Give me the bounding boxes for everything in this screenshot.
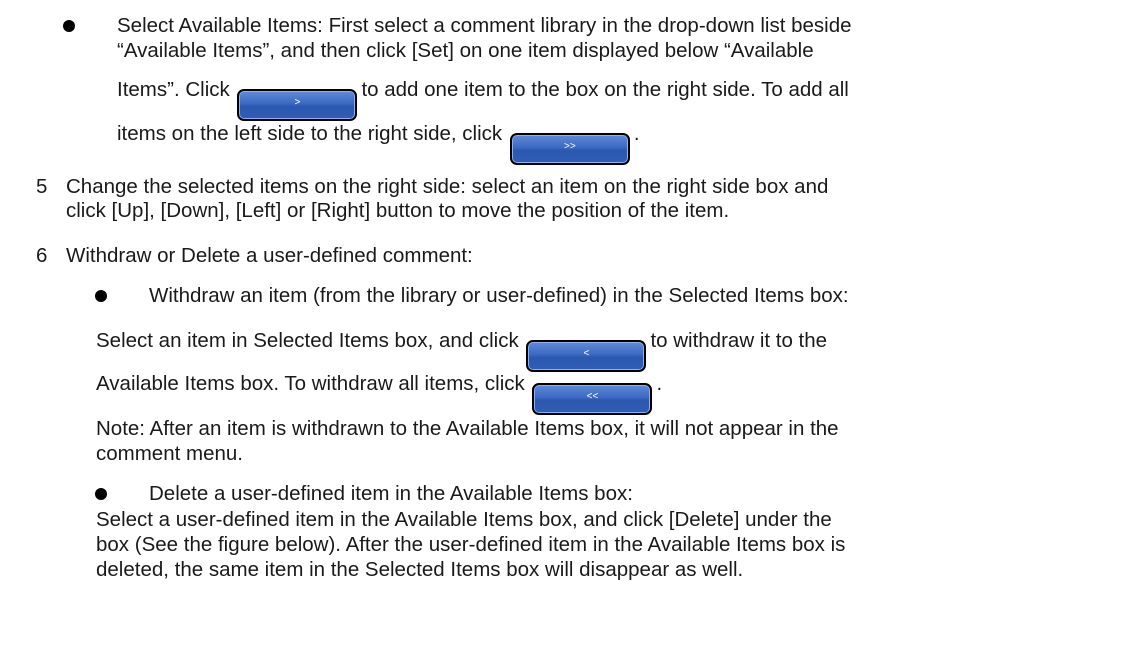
note-line2: comment menu. (96, 442, 243, 465)
withdraw-line2: Available Items box. To withdraw all ite… (96, 371, 662, 415)
select-items-line4-suffix: . (633, 122, 640, 145)
select-items-line3-suffix: to add one item to the box on the right … (361, 78, 849, 101)
add-all-button[interactable]: >> (509, 133, 630, 165)
bullet-select-items (63, 20, 75, 32)
withdraw-heading: Withdraw an item (from the library or us… (149, 284, 849, 307)
withdraw-line1-suffix: to withdraw it to the (650, 329, 828, 352)
note-line1: Note: After an item is withdrawn to the … (96, 417, 839, 440)
delete-line1: Select a user-defined item in the Availa… (96, 508, 832, 531)
select-items-line4: items on the left side to the right side… (117, 121, 640, 165)
select-items-line1: Select Available Items: First select a c… (117, 14, 852, 37)
step-number-6: 6 (36, 244, 48, 267)
withdraw-all-button[interactable]: << (532, 383, 653, 415)
delete-line3: deleted, the same item in the Selected I… (96, 558, 744, 581)
withdraw-line1: Select an item in Selected Items box, an… (96, 328, 827, 372)
bullet-delete (95, 488, 107, 500)
bullet-withdraw (95, 290, 107, 302)
delete-line2: box (See the figure below). After the us… (96, 533, 846, 556)
withdraw-line1-prefix: Select an item in Selected Items box, an… (96, 329, 519, 352)
delete-heading: Delete a user-defined item in the Availa… (149, 482, 633, 505)
add-one-button[interactable]: > (237, 89, 358, 121)
select-items-line3-prefix: Items”. Click (117, 78, 230, 101)
step5-line1: Change the selected items on the right s… (66, 175, 829, 198)
select-items-line2: “Available Items”, and then click [Set] … (117, 39, 814, 62)
withdraw-line2-prefix: Available Items box. To withdraw all ite… (96, 372, 525, 395)
step-number-5: 5 (36, 175, 48, 198)
withdraw-one-button[interactable]: < (526, 340, 647, 372)
withdraw-line2-suffix: . (656, 372, 663, 395)
step5-line2: click [Up], [Down], [Left] or [Right] bu… (66, 199, 730, 222)
select-items-line4-prefix: items on the left side to the right side… (117, 122, 503, 145)
select-items-line3: Items”. Click >to add one item to the bo… (117, 77, 849, 121)
step6-heading: Withdraw or Delete a user-defined commen… (66, 244, 473, 267)
